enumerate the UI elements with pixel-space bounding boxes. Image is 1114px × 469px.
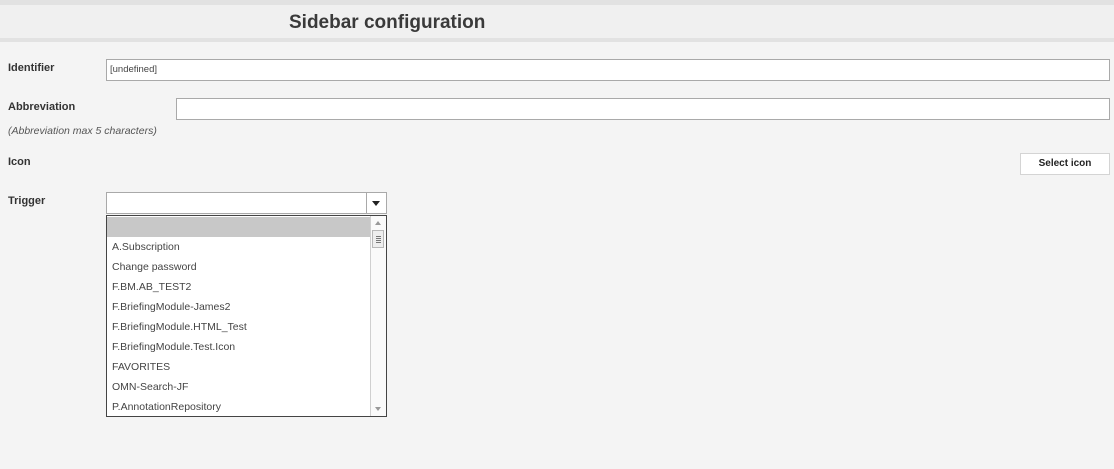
list-item[interactable]: [107, 217, 371, 237]
page-header: Sidebar configuration: [0, 5, 1114, 38]
trigger-select[interactable]: [106, 192, 387, 214]
page-title: Sidebar configuration: [289, 12, 486, 33]
identifier-input[interactable]: [undefined]: [106, 59, 1110, 81]
list-item[interactable]: OMN-Search-JF: [107, 377, 371, 397]
grip-line: [376, 238, 381, 239]
scroll-up-arrow-icon[interactable]: [371, 216, 386, 230]
icon-label: Icon: [8, 156, 31, 168]
grip-line: [376, 236, 381, 237]
header-divider: [0, 38, 1114, 42]
list-item[interactable]: F.BriefingModule-James2: [107, 297, 371, 317]
grip-line: [376, 240, 381, 241]
trigger-label: Trigger: [8, 195, 46, 207]
identifier-label: Identifier: [8, 62, 55, 74]
list-item[interactable]: A.Subscription: [107, 237, 371, 257]
abbreviation-input[interactable]: [176, 98, 1110, 120]
chevron-down-icon[interactable]: [366, 193, 386, 213]
grip-line: [376, 242, 381, 243]
list-item[interactable]: F.BM.AB_TEST2: [107, 277, 371, 297]
scroll-thumb[interactable]: [372, 230, 384, 248]
select-icon-button[interactable]: Select icon: [1020, 153, 1110, 175]
list-item[interactable]: F.BriefingModule.Test.Icon: [107, 337, 371, 357]
dropdown-scrollbar[interactable]: [370, 216, 386, 416]
list-item[interactable]: FAVORITES: [107, 357, 371, 377]
scroll-down-arrow-icon[interactable]: [371, 402, 386, 416]
abbreviation-hint: (Abbreviation max 5 characters): [8, 125, 157, 137]
trigger-dropdown-list[interactable]: A.Subscription Change password F.BM.AB_T…: [106, 215, 387, 417]
list-item[interactable]: P.AnnotationRepository: [107, 397, 371, 416]
list-item[interactable]: Change password: [107, 257, 371, 277]
list-item[interactable]: F.BriefingModule.HTML_Test: [107, 317, 371, 337]
abbreviation-label: Abbreviation: [8, 101, 76, 113]
